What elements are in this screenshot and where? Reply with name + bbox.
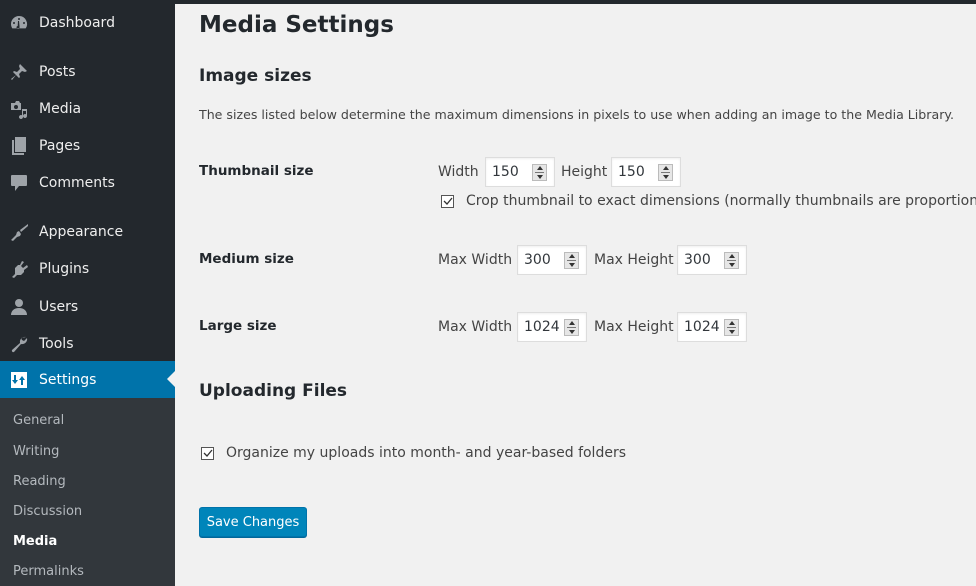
menu-label: Dashboard bbox=[39, 14, 115, 31]
active-indicator-arrow bbox=[167, 371, 175, 387]
checkmark-icon bbox=[443, 197, 452, 205]
plugin-icon bbox=[9, 259, 29, 279]
menu-item-posts[interactable]: Posts bbox=[0, 53, 175, 90]
large-width-input[interactable] bbox=[517, 312, 587, 342]
arrow-down-icon bbox=[536, 175, 543, 179]
menu-item-plugins[interactable]: Plugins bbox=[0, 250, 175, 287]
arrow-down-icon bbox=[728, 263, 735, 267]
menu-item-appearance[interactable]: Appearance bbox=[0, 213, 175, 250]
large-size-label: Large size bbox=[199, 318, 277, 334]
crop-thumbnail-checkbox-row[interactable]: Crop thumbnail to exact dimensions (norm… bbox=[441, 193, 976, 209]
submenu-item-media[interactable]: Media bbox=[13, 534, 57, 549]
spinner-divider bbox=[727, 327, 736, 328]
spinner-divider bbox=[535, 172, 544, 173]
arrow-up-icon bbox=[568, 254, 575, 258]
arrow-down-icon bbox=[662, 175, 669, 179]
menu-label: Settings bbox=[39, 371, 97, 388]
organize-uploads-checkbox-row[interactable]: Organize my uploads into month- and year… bbox=[201, 445, 626, 461]
medium-width-label: Max Width bbox=[438, 252, 513, 268]
image-sizes-description: The sizes listed below determine the max… bbox=[199, 107, 955, 122]
spinner-divider bbox=[727, 260, 736, 261]
menu-item-dashboard[interactable]: Dashboard bbox=[0, 4, 175, 41]
thumbnail-size-label: Thumbnail size bbox=[199, 163, 314, 179]
arrow-up-icon bbox=[728, 254, 735, 258]
spinner-divider bbox=[661, 172, 670, 173]
arrow-down-icon bbox=[568, 330, 575, 334]
settings-submenu: General Writing Reading Discussion Media… bbox=[0, 398, 175, 586]
medium-size-label: Medium size bbox=[199, 251, 294, 267]
large-height-input[interactable] bbox=[677, 312, 747, 342]
save-changes-button[interactable]: Save Changes bbox=[199, 507, 307, 537]
crop-thumbnail-checkbox[interactable] bbox=[441, 194, 454, 208]
admin-bar bbox=[0, 0, 976, 4]
arrow-up-icon bbox=[536, 166, 543, 170]
menu-item-tools[interactable]: Tools bbox=[0, 325, 175, 362]
number-spinner[interactable] bbox=[532, 164, 547, 181]
menu-item-media[interactable]: Media bbox=[0, 90, 175, 127]
submenu-item-writing[interactable]: Writing bbox=[13, 444, 59, 459]
wrench-icon bbox=[9, 334, 29, 354]
thumbnail-width-input[interactable] bbox=[485, 157, 555, 187]
section-heading-uploading-files: Uploading Files bbox=[199, 381, 348, 401]
menu-item-users[interactable]: Users bbox=[0, 288, 175, 325]
number-spinner[interactable] bbox=[724, 252, 739, 269]
submenu-item-reading[interactable]: Reading bbox=[13, 474, 66, 489]
thumbnail-height-input[interactable] bbox=[611, 157, 681, 187]
menu-item-comments[interactable]: Comments bbox=[0, 164, 175, 201]
submenu-item-permalinks[interactable]: Permalinks bbox=[13, 564, 84, 579]
spinner-divider bbox=[567, 327, 576, 328]
checkmark-icon bbox=[203, 449, 212, 457]
thumbnail-width-label: Width bbox=[438, 164, 479, 180]
menu-label: Comments bbox=[39, 174, 115, 191]
menu-label: Media bbox=[39, 100, 82, 117]
arrow-up-icon bbox=[728, 321, 735, 325]
dashboard-icon bbox=[9, 13, 29, 33]
user-icon bbox=[9, 297, 29, 317]
menu-label: Pages bbox=[39, 137, 81, 154]
medium-height-label: Max Height bbox=[594, 252, 674, 268]
settings-icon bbox=[9, 370, 29, 390]
comment-icon bbox=[9, 173, 29, 193]
menu-label: Users bbox=[39, 298, 79, 315]
number-spinner[interactable] bbox=[724, 319, 739, 336]
number-spinner[interactable] bbox=[564, 252, 579, 269]
menu-label: Tools bbox=[39, 335, 74, 352]
number-spinner[interactable] bbox=[658, 164, 673, 181]
menu-label: Posts bbox=[39, 63, 76, 80]
medium-width-input[interactable] bbox=[517, 245, 587, 275]
paintbrush-icon bbox=[9, 222, 29, 242]
menu-label: Appearance bbox=[39, 223, 124, 240]
menu-item-settings[interactable]: Settings bbox=[0, 361, 175, 398]
spinner-divider bbox=[567, 260, 576, 261]
large-height-label: Max Height bbox=[594, 319, 674, 335]
arrow-down-icon bbox=[728, 330, 735, 334]
media-icon bbox=[9, 99, 29, 119]
large-width-label: Max Width bbox=[438, 319, 513, 335]
number-spinner[interactable] bbox=[564, 319, 579, 336]
submenu-item-general[interactable]: General bbox=[13, 413, 64, 428]
organize-uploads-checkbox[interactable] bbox=[201, 446, 214, 460]
crop-thumbnail-label: Crop thumbnail to exact dimensions (norm… bbox=[466, 193, 976, 209]
arrow-down-icon bbox=[568, 263, 575, 267]
arrow-up-icon bbox=[568, 321, 575, 325]
page-title: Media Settings bbox=[199, 12, 394, 38]
section-heading-image-sizes: Image sizes bbox=[199, 66, 312, 86]
medium-height-input[interactable] bbox=[677, 245, 747, 275]
menu-label: Plugins bbox=[39, 260, 90, 277]
thumbnail-height-label: Height bbox=[561, 164, 608, 180]
pages-icon bbox=[9, 136, 29, 156]
submenu-item-discussion[interactable]: Discussion bbox=[13, 504, 82, 519]
organize-uploads-label: Organize my uploads into month- and year… bbox=[226, 445, 626, 461]
arrow-up-icon bbox=[662, 166, 669, 170]
pin-icon bbox=[9, 62, 29, 82]
admin-sidebar: Dashboard Posts Media Pages Comments App… bbox=[0, 0, 175, 586]
menu-item-pages[interactable]: Pages bbox=[0, 127, 175, 164]
